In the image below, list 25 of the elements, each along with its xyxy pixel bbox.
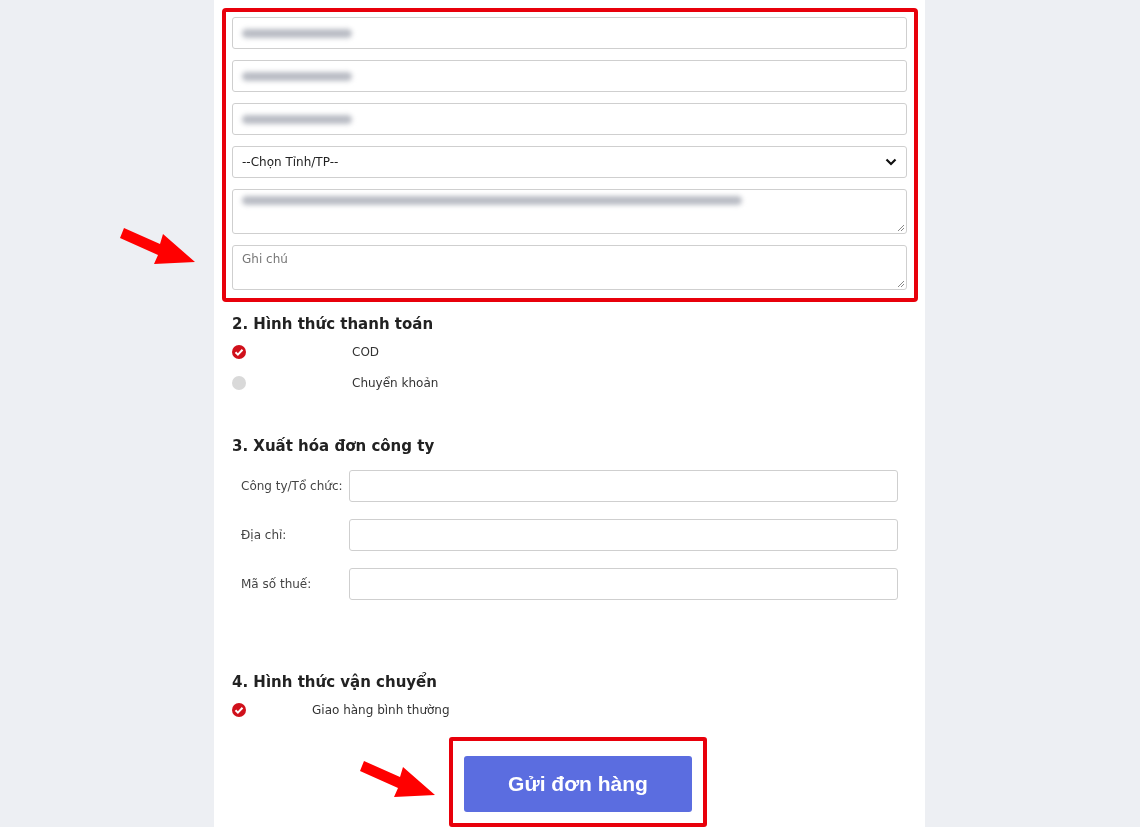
input-field[interactable] xyxy=(232,17,907,49)
resize-grip-icon[interactable] xyxy=(897,224,904,231)
resize-grip-icon[interactable] xyxy=(897,280,904,287)
section-heading: 3. Xuất hóa đơn công ty xyxy=(231,436,436,457)
option-label: Giao hàng bình thường xyxy=(312,702,450,717)
text-area[interactable] xyxy=(232,189,907,234)
radio-button[interactable] xyxy=(232,375,246,390)
option-label: COD xyxy=(352,344,380,359)
field-label: Mã số thuế: xyxy=(241,577,313,591)
input-field[interactable] xyxy=(349,568,898,600)
field-label: Công ty/Tổ chức: xyxy=(241,479,344,493)
input-field[interactable] xyxy=(232,60,907,92)
check-icon[interactable] xyxy=(232,702,246,717)
chevron-down-icon xyxy=(885,158,897,166)
submit-button[interactable]: Gửi đơn hàng xyxy=(464,756,692,812)
input-field[interactable] xyxy=(349,519,898,551)
input-field[interactable] xyxy=(349,470,898,502)
section-heading: 4. Hình thức vận chuyển xyxy=(231,671,438,693)
field-label: Địa chỉ: xyxy=(241,528,288,542)
section-heading: 2. Hình thức thanh toán xyxy=(231,314,435,335)
province-dropdown[interactable]: --Chọn Tỉnh/TP-- xyxy=(232,146,907,178)
option-label: Chuyển khoản xyxy=(352,375,439,390)
input-field[interactable] xyxy=(232,103,907,135)
text-area[interactable]: Ghi chú xyxy=(232,245,907,290)
check-icon[interactable] xyxy=(232,344,246,359)
